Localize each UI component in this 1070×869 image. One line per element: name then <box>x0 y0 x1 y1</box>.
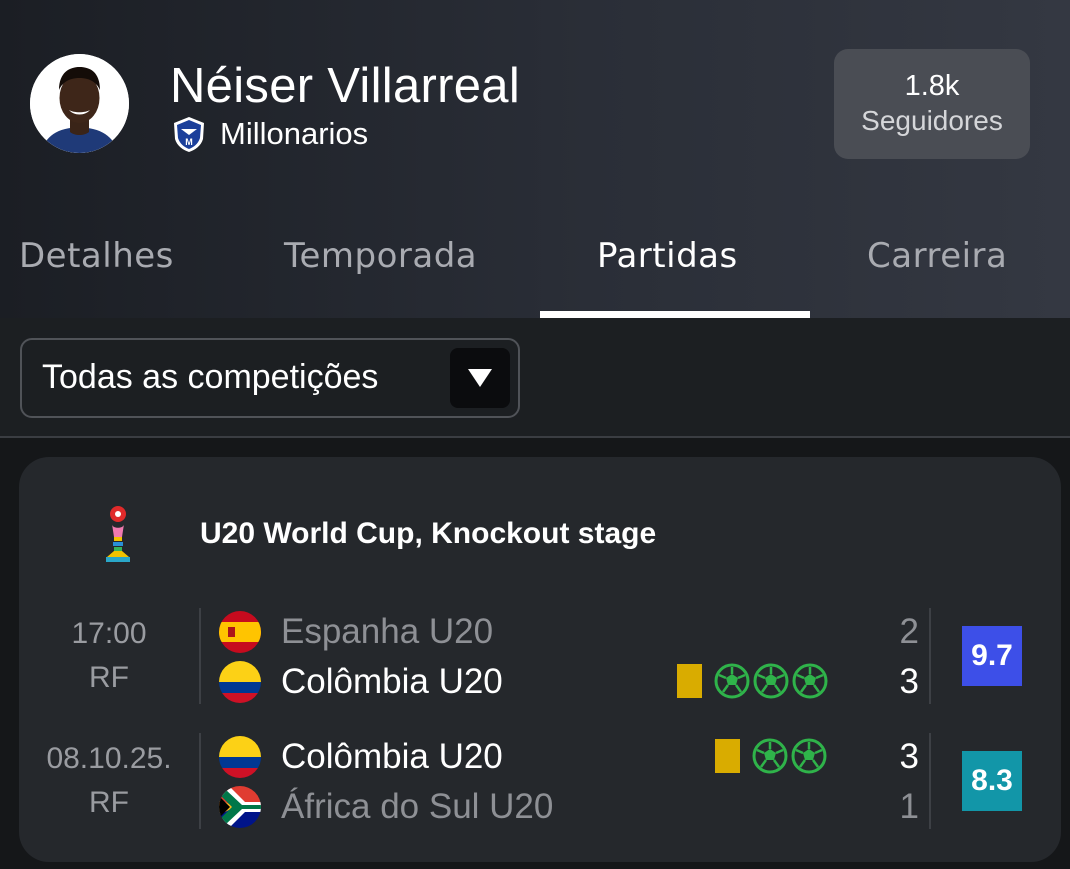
player-events <box>715 737 827 775</box>
world-cup-trophy-icon <box>106 506 130 562</box>
followers-count: 1.8k <box>904 70 960 102</box>
team-score: 1 <box>899 787 919 826</box>
team-name: África do Sul U20 <box>281 787 554 826</box>
competition-title: U20 World Cup, Knockout stage <box>200 517 657 550</box>
yellow-card-icon <box>677 664 702 698</box>
active-tab-indicator <box>540 311 810 318</box>
team-name: Colômbia U20 <box>281 737 503 776</box>
yellow-card-icon <box>715 739 740 773</box>
svg-text:M: M <box>185 137 193 147</box>
goal-ball-icon <box>791 738 827 774</box>
match-status: RF <box>89 786 129 819</box>
tab-details[interactable]: Detalhes <box>19 236 174 276</box>
south-africa-flag-icon <box>219 786 261 828</box>
team-name: Espanha U20 <box>281 612 494 651</box>
spain-flag-icon <box>219 611 261 653</box>
row-divider <box>929 733 931 829</box>
tab-season[interactable]: Temporada <box>284 236 477 276</box>
goal-ball-icon <box>792 663 828 699</box>
home-team: Colômbia U20 3 <box>219 733 919 781</box>
row-divider <box>199 733 201 829</box>
competition-matches-card: U20 World Cup, Knockout stage 17:00 RF E… <box>19 457 1061 862</box>
team-score: 3 <box>899 662 919 701</box>
player-rating-badge: 8.3 <box>962 751 1022 811</box>
chevron-down-icon <box>468 369 492 387</box>
team-link[interactable]: M Millonarios <box>170 114 368 154</box>
profile-header: Néiser Villarreal M Millonarios 1.8k Seg… <box>0 0 1070 318</box>
followers-button[interactable]: 1.8k Seguidores <box>834 49 1030 159</box>
millonarios-crest-icon: M <box>174 117 204 152</box>
player-events <box>677 662 828 700</box>
colombia-flag-icon <box>219 736 261 778</box>
player-avatar[interactable] <box>30 54 129 153</box>
match-status: RF <box>89 661 129 694</box>
followers-label: Seguidores <box>861 105 1003 136</box>
player-name: Néiser Villarreal <box>170 59 521 113</box>
competition-select[interactable]: Todas as competições <box>20 338 520 418</box>
goal-ball-icon <box>714 663 750 699</box>
team-name: Millonarios <box>220 116 369 151</box>
away-team: Colômbia U20 3 <box>219 658 919 706</box>
home-team: Espanha U20 2 <box>219 608 919 656</box>
player-rating-badge: 9.7 <box>962 626 1022 686</box>
goal-ball-icon <box>752 738 788 774</box>
filter-divider <box>0 436 1070 438</box>
team-score: 2 <box>899 612 919 651</box>
team-score: 3 <box>899 737 919 776</box>
tab-matches[interactable]: Partidas <box>597 236 738 276</box>
tab-career[interactable]: Carreira <box>867 236 1007 276</box>
dropdown-button[interactable] <box>450 348 510 408</box>
away-team: África do Sul U20 1 <box>219 783 919 831</box>
match-date: 08.10.25. <box>46 742 172 775</box>
competition-select-value: Todas as competições <box>42 358 379 396</box>
row-divider <box>199 608 201 704</box>
match-row[interactable]: 08.10.25. RF Colômbia U20 3 África do Su… <box>19 733 1061 829</box>
row-divider <box>929 608 931 704</box>
match-row[interactable]: 17:00 RF Espanha U20 2 Colômbia U20 3 9.… <box>19 608 1061 704</box>
match-time: 17:00 <box>71 617 147 650</box>
team-name: Colômbia U20 <box>281 662 503 701</box>
goal-ball-icon <box>753 663 789 699</box>
colombia-flag-icon <box>219 661 261 703</box>
